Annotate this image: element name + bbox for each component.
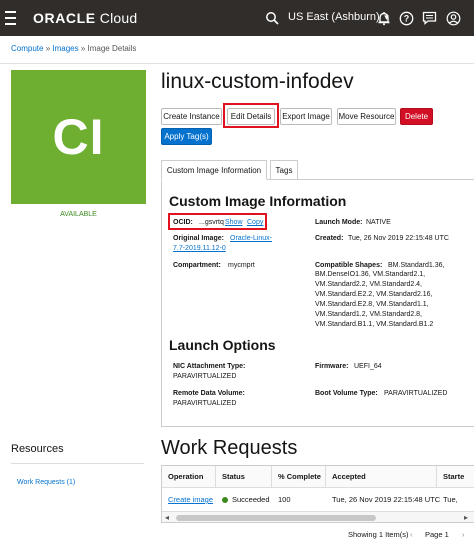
compartment-value: mycmprt (228, 262, 255, 269)
bell-icon[interactable] (375, 9, 393, 27)
created-label: Created: (315, 235, 344, 242)
column-header-accepted[interactable]: Accepted (326, 466, 437, 488)
next-page-icon[interactable]: › (462, 530, 465, 539)
compatible-shapes-line: VM.Standard.E2.2, VM.Standard2.16, (315, 291, 433, 298)
top-navigation-bar: ORACLE Cloud US East (Ashburn) ▾ ? (0, 0, 474, 36)
status-succeeded-icon (222, 496, 228, 503)
compatible-shapes-line: VM.Standard.E2.8, VM.Standard1.1, (315, 301, 429, 308)
region-label: US East (Ashburn) (288, 11, 380, 23)
compatible-shapes-label: Compatible Shapes: (315, 262, 383, 269)
created-value: Tue, 26 Nov 2019 22:15:48 UTC (348, 235, 449, 242)
search-icon[interactable] (263, 9, 281, 27)
table-row-status: Succeeded (216, 489, 272, 510)
compatible-shapes-line: VM.Standard.B1.1, VM.Standard.B1.2 (315, 321, 434, 328)
image-avatar: CI (11, 70, 146, 204)
nic-attachment-label: NIC Attachment Type: (173, 363, 246, 370)
column-header-percent-complete[interactable]: % Complete (272, 466, 326, 488)
launch-options-heading: Launch Options (169, 337, 276, 353)
work-requests-resource-link[interactable]: Work Requests (1) (17, 479, 75, 486)
status-badge: AVAILABLE (60, 211, 97, 218)
page-title: linux-custom-infodev (161, 70, 354, 93)
column-header-status[interactable]: Status (216, 466, 272, 488)
boot-volume-type-label: Boot Volume Type: (315, 390, 378, 397)
edit-details-highlight (223, 103, 279, 128)
help-icon[interactable]: ? (397, 9, 415, 27)
breadcrumb-images[interactable]: Images (52, 44, 78, 53)
create-image-link[interactable]: Create image (168, 495, 213, 504)
table-row-started: Tue, (443, 495, 458, 504)
scroll-right-icon[interactable]: ▸ (464, 513, 468, 522)
original-image-link[interactable]: Oracle-Linux- (230, 234, 272, 243)
compatible-shapes-line: VM.Standard2.2, VM.Standard2.4, (315, 281, 423, 288)
table-row-percent: 100 (278, 495, 291, 504)
custom-image-information-heading: Custom Image Information (169, 193, 347, 209)
compatible-shapes-line: BM.DenseIO1.36, VM.Standard2.1, (315, 271, 426, 278)
horizontal-scrollbar[interactable]: ◂ ▸ (162, 511, 474, 522)
table-row-operation: Create image (162, 489, 216, 510)
table-row-accepted: Tue, 26 Nov 2019 22:15:48 UTC (332, 495, 441, 504)
firmware-value: UEFI_64 (354, 363, 382, 370)
move-resource-button[interactable]: Move Resource (337, 108, 396, 125)
boot-volume-type-value: PARAVIRTUALIZED (384, 390, 448, 397)
create-instance-button[interactable]: Create Instance (161, 108, 222, 125)
scrollbar-thumb[interactable] (176, 515, 376, 521)
page-indicator: Page 1 (425, 530, 449, 539)
resources-divider (11, 463, 144, 464)
breadcrumb-separator: » (78, 44, 88, 53)
brand-oracle: ORACLE (33, 10, 96, 26)
avatar-initials: CI (52, 109, 105, 165)
firmware-label: Firmware: (315, 363, 349, 370)
tab-custom-image-information[interactable]: Custom Image Information (161, 160, 267, 180)
apply-tags-button[interactable]: Apply Tag(s) (161, 128, 212, 145)
breadcrumb-current: Image Details (87, 44, 137, 53)
compartment-label: Compartment: (173, 262, 221, 269)
header-divider (0, 63, 474, 64)
previous-page-icon[interactable]: ‹ (410, 530, 413, 539)
launch-mode-value: NATIVE (366, 219, 391, 226)
tab-tags[interactable]: Tags (270, 160, 298, 180)
original-image-link-line2[interactable]: 7.7-2019.11.12-0 (173, 244, 226, 253)
breadcrumb-compute[interactable]: Compute (11, 44, 43, 53)
oracle-cloud-logo[interactable]: ORACLE Cloud (33, 10, 137, 26)
profile-icon[interactable] (444, 9, 462, 27)
nic-attachment-value: PARAVIRTUALIZED (173, 373, 237, 380)
compatible-shapes-line: VM.Standard1.2, VM.Standard2.8, (315, 311, 423, 318)
showing-count: Showing 1 Item(s) (348, 530, 409, 539)
scroll-left-icon[interactable]: ◂ (165, 513, 169, 522)
delete-button[interactable]: Delete (400, 108, 433, 125)
remote-data-volume-value: PARAVIRTUALIZED (173, 400, 237, 407)
resources-heading: Resources (11, 443, 64, 455)
ocid-highlight (168, 213, 267, 230)
breadcrumb: Compute » Images » Image Details (11, 44, 136, 53)
column-header-operation[interactable]: Operation (162, 466, 216, 488)
work-requests-table: Operation Status % Complete Accepted Sta… (161, 465, 474, 523)
region-selector[interactable]: US East (Ashburn) ▾ (288, 11, 389, 23)
compatible-shapes-line: BM.Standard1.36, (388, 262, 445, 269)
status-text: Succeeded (232, 495, 270, 504)
chat-icon[interactable] (420, 9, 438, 27)
export-image-button[interactable]: Export Image (280, 108, 332, 125)
launch-mode-label: Launch Mode: (315, 219, 363, 226)
column-header-started[interactable]: Starte (437, 466, 474, 488)
svg-text:?: ? (403, 13, 409, 23)
menu-icon[interactable] (0, 7, 22, 29)
original-image-label: Original Image: (173, 235, 224, 242)
work-requests-heading: Work Requests (161, 437, 298, 459)
brand-cloud: Cloud (95, 10, 138, 26)
remote-data-volume-label: Remote Data Volume: (173, 390, 245, 397)
